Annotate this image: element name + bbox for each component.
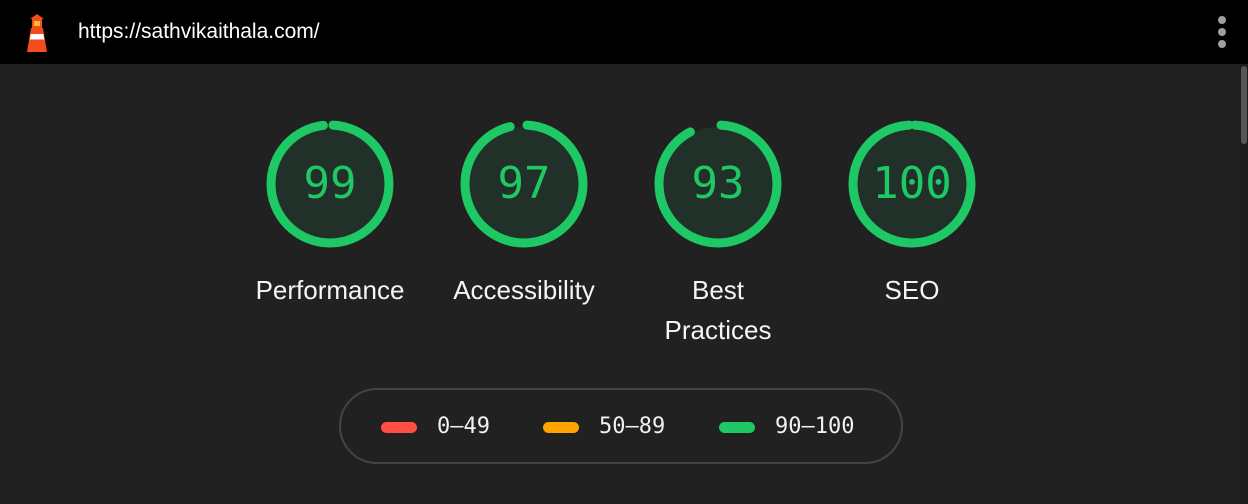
pass-swatch <box>719 422 755 433</box>
fail-swatch <box>381 422 417 433</box>
more-vert-icon[interactable] <box>1206 12 1238 52</box>
lighthouse-icon <box>27 14 47 52</box>
seo-score: 100 <box>872 158 952 209</box>
best-practices-label: Best Practices <box>664 275 772 345</box>
page-url: https://sathvikaithala.com/ <box>78 20 320 43</box>
average-swatch <box>543 422 579 433</box>
accessibility-score: 97 <box>497 158 551 209</box>
scrollbar-thumb[interactable] <box>1241 66 1247 144</box>
accessibility-label: Accessibility <box>453 275 595 305</box>
gauge-performance[interactable]: 99 Performance <box>240 120 420 310</box>
performance-label: Performance <box>255 275 405 305</box>
fail-range: 0–49 <box>437 414 490 439</box>
seo-label: SEO <box>884 275 940 305</box>
score-scale-legend: 0–49 50–89 90–100 <box>339 388 903 464</box>
best-practices-score: 93 <box>691 158 745 209</box>
scrollbar[interactable] <box>1240 64 1248 504</box>
performance-score: 99 <box>303 158 357 209</box>
pass-range: 90–100 <box>775 414 855 439</box>
average-range: 50–89 <box>599 414 666 439</box>
gauge-accessibility[interactable]: 97 Accessibility <box>434 120 614 310</box>
gauge-best-practices[interactable]: 93 Best Practices <box>628 120 808 350</box>
gauge-seo[interactable]: 100 SEO <box>822 120 1002 310</box>
report-header: https://sathvikaithala.com/ <box>0 0 1248 64</box>
